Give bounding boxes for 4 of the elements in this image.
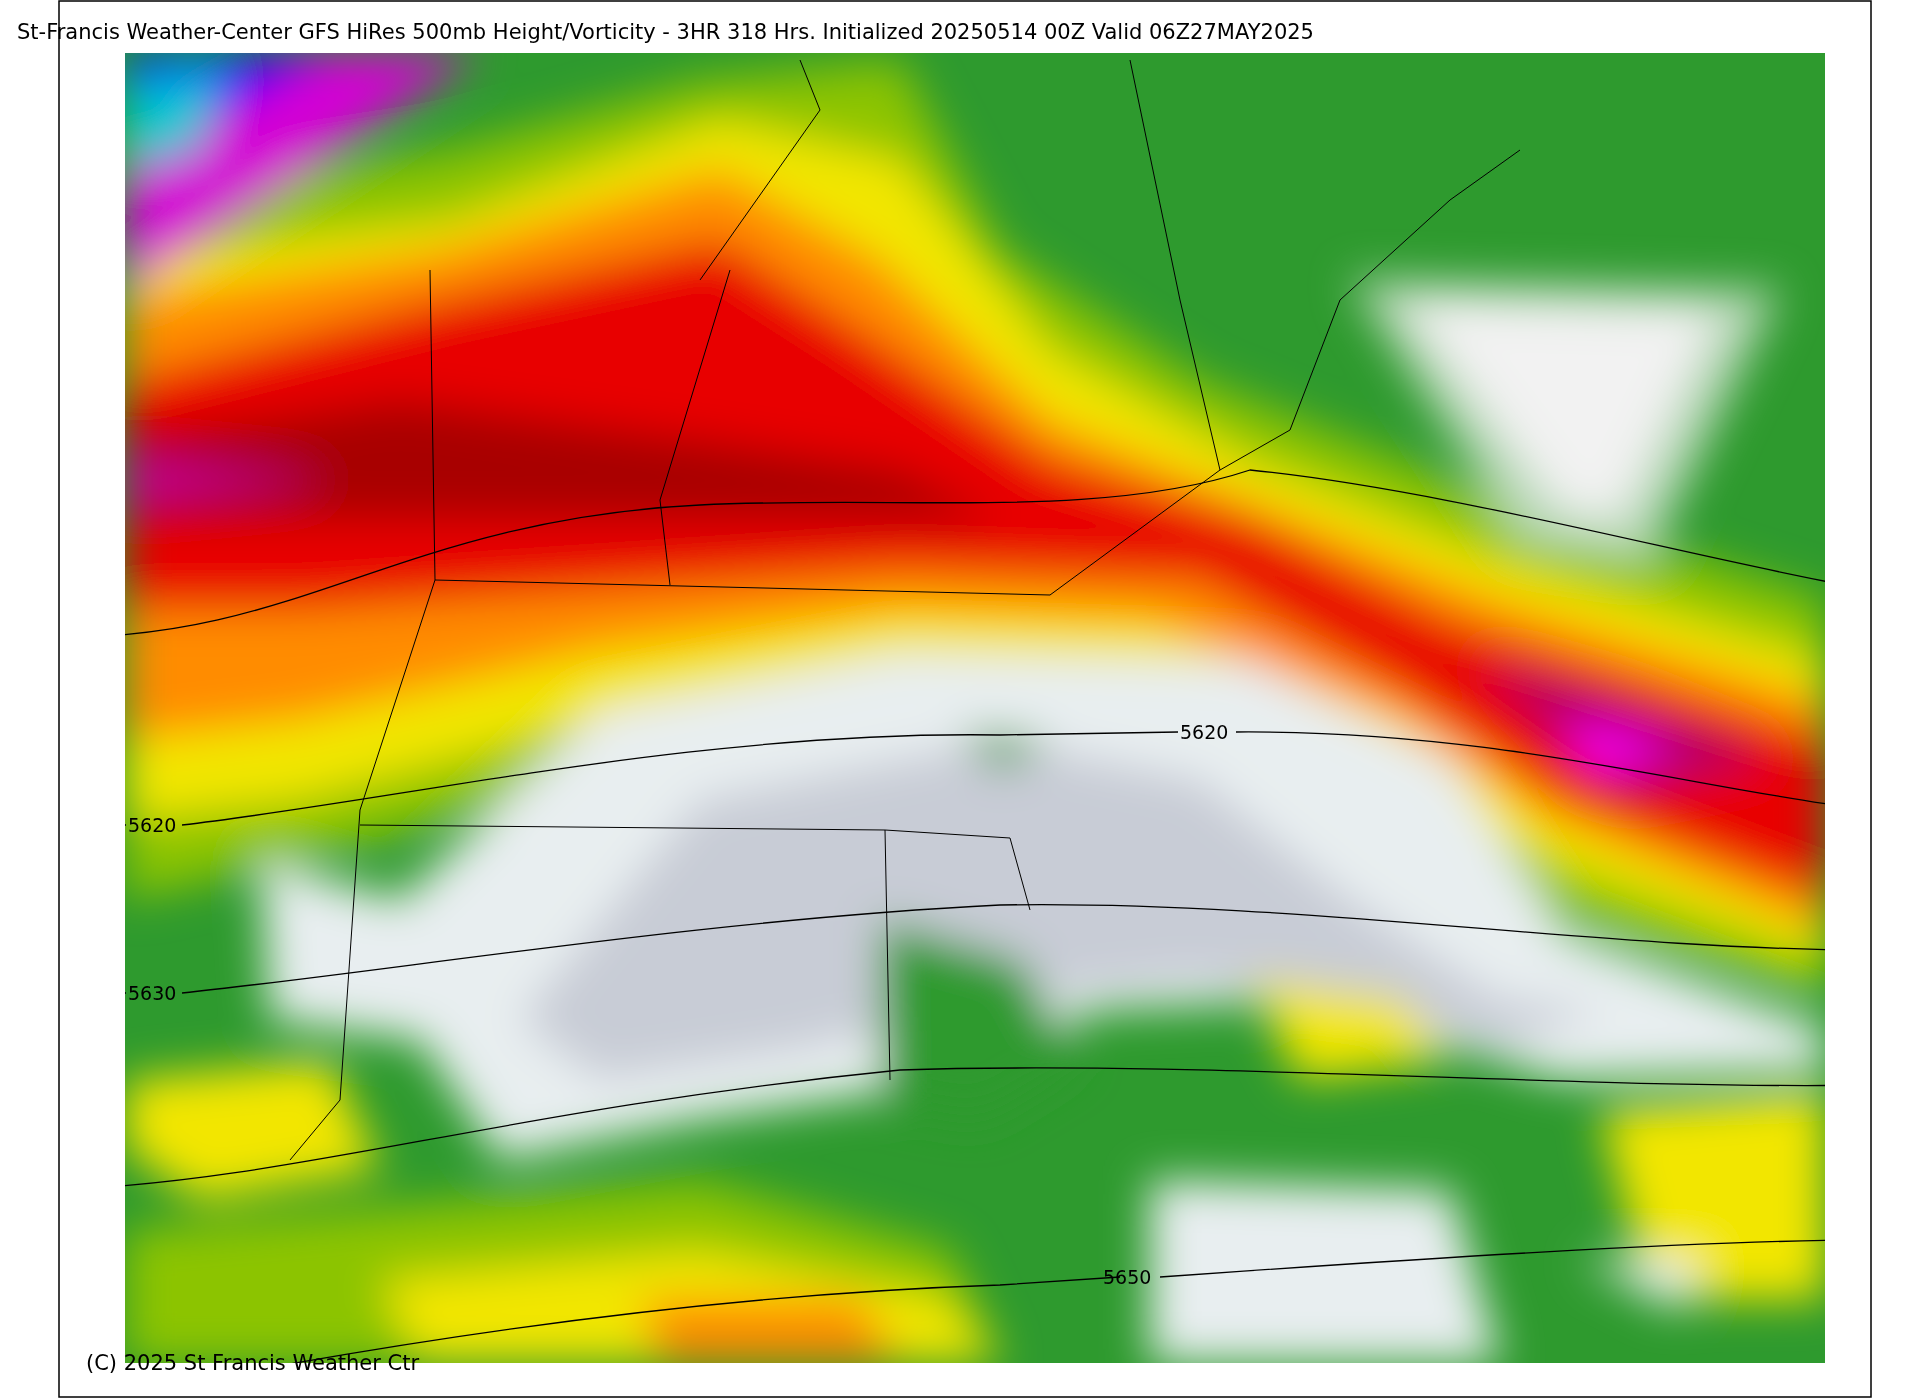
contour-label: 5630 xyxy=(128,982,177,1004)
contour-label: 5650 xyxy=(1103,1266,1152,1288)
contour-label: 5620 xyxy=(128,814,177,836)
contour-label: 5620 xyxy=(1180,721,1229,743)
